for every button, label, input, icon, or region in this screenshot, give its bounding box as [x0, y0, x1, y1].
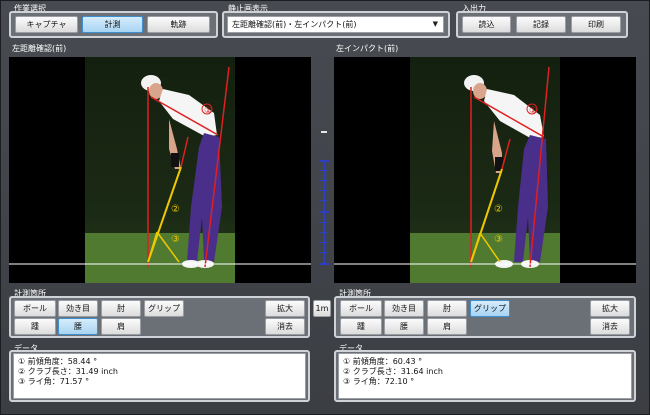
- marker-3-right: ③: [494, 234, 503, 245]
- scale-tick: [320, 222, 328, 223]
- scale-1m-button[interactable]: 1m: [313, 300, 331, 317]
- elbow-button-right[interactable]: 肘: [427, 300, 467, 317]
- erase-button-left[interactable]: 消去: [265, 318, 305, 335]
- scale-tick: [320, 232, 328, 233]
- left-image-view[interactable]: ① ② ③: [9, 57, 311, 283]
- dominant-eye-button-right[interactable]: 効き目: [384, 300, 424, 317]
- measure-button[interactable]: 計測: [82, 16, 143, 33]
- data-right-panel: ① 前傾角度：60.43 ° ② クラブ長さ：31.64 inch ③ ライ角：…: [338, 353, 632, 399]
- elbow-button-left[interactable]: 肘: [101, 300, 141, 317]
- left-photo-svg: ① ② ③: [9, 57, 311, 283]
- scale-tick: [320, 200, 328, 201]
- marker-2-right: ②: [494, 204, 503, 215]
- marker-1-left: ①: [204, 106, 212, 116]
- left-view-title: 左距離確認(前): [12, 44, 67, 53]
- capture-button[interactable]: キャプチャ: [15, 16, 78, 33]
- hip-button-left[interactable]: 腰: [58, 318, 98, 335]
- marker-1-right: ①: [529, 106, 537, 116]
- shoulder-button-left[interactable]: 肩: [101, 318, 141, 335]
- trajectory-button[interactable]: 軌跡: [147, 16, 210, 33]
- record-button[interactable]: 記録: [516, 16, 566, 33]
- data-right-line: ③ ライ角：72.10 °: [343, 377, 415, 386]
- data-left-line: ③ ライ角：71.57 °: [18, 377, 90, 386]
- load-button[interactable]: 読込: [462, 16, 511, 33]
- scale-tick: [320, 190, 328, 191]
- dominant-eye-button-left[interactable]: 効き目: [58, 300, 98, 317]
- print-button[interactable]: 印刷: [571, 16, 621, 33]
- still-image-select[interactable]: 左距離確認(前)・左インパクト(前) ▼: [227, 16, 444, 33]
- data-left-line: ① 前傾角度：58.44 °: [18, 357, 98, 366]
- ball-button-right[interactable]: ボール: [340, 300, 382, 317]
- shoulder-button-right[interactable]: 肩: [427, 318, 467, 335]
- data-right-line: ① 前傾角度：60.43 °: [343, 357, 423, 366]
- scale-tick: [319, 211, 329, 213]
- scale-tick: [320, 252, 328, 253]
- chevron-down-icon: ▼: [432, 20, 438, 28]
- still-image-select-value: 左距離確認(前)・左インパクト(前): [232, 20, 357, 29]
- scale-tick: [320, 242, 328, 243]
- scale-tick: [320, 170, 328, 171]
- data-left-panel: ① 前傾角度：58.44 ° ② クラブ長さ：31.49 inch ③ ライ角：…: [13, 353, 306, 399]
- right-photo-svg: ① ② ③: [334, 57, 636, 283]
- data-right-line: ② クラブ長さ：31.64 inch: [343, 367, 443, 376]
- right-image-view[interactable]: ① ② ③: [334, 57, 636, 283]
- heel-button-left[interactable]: 踵: [14, 318, 56, 335]
- scale-tick: [320, 180, 328, 181]
- erase-button-right[interactable]: 消去: [590, 318, 630, 335]
- ball-button-left[interactable]: ボール: [14, 300, 56, 317]
- zoom-button-right[interactable]: 拡大: [590, 300, 630, 317]
- data-left-line: ② クラブ長さ：31.49 inch: [18, 367, 118, 376]
- scale-tick: [319, 160, 329, 162]
- marker-2-left: ②: [171, 204, 180, 215]
- scale-top-mark: [321, 131, 327, 133]
- heel-button-right[interactable]: 踵: [340, 318, 382, 335]
- marker-3-left: ③: [171, 234, 180, 245]
- right-view-title: 左インパクト(前): [336, 44, 399, 53]
- grip-button-left[interactable]: グリップ: [144, 300, 184, 317]
- grip-button-right[interactable]: グリップ: [470, 300, 510, 317]
- hip-button-right[interactable]: 腰: [384, 318, 424, 335]
- zoom-button-left[interactable]: 拡大: [265, 300, 305, 317]
- scale-tick: [319, 263, 329, 265]
